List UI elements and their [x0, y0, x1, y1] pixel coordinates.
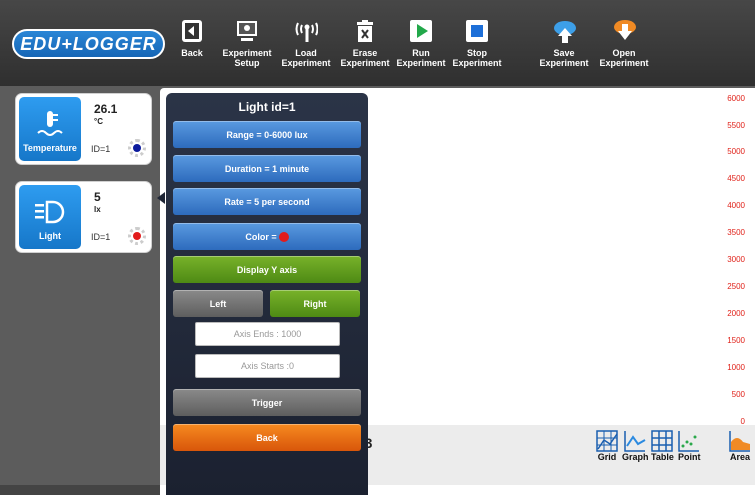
graph-view-button[interactable]: Graph [622, 430, 649, 462]
panel-title: Light id=1 [238, 100, 296, 114]
sensor-color-indicator [128, 227, 146, 245]
y-tick: 1000 [727, 363, 745, 372]
stop-experiment-icon [465, 18, 489, 44]
light-icon [35, 200, 65, 224]
stop-experiment-button[interactable]: Stop Experiment [452, 18, 502, 68]
display-y-axis-button[interactable]: Display Y axis [173, 256, 361, 283]
back-button[interactable]: Back [180, 18, 204, 58]
y-tick: 2000 [727, 309, 745, 318]
save-cloud-icon [552, 18, 576, 44]
sensor-card-light[interactable]: Light 5 lx ID=1 [15, 181, 152, 253]
y-tick: 5500 [727, 121, 745, 130]
edulogger-logo: EDU+LOGGER [12, 29, 165, 59]
y-tick: 500 [731, 390, 745, 399]
graph-icon [624, 431, 646, 452]
area-icon [729, 431, 750, 452]
load-experiment-button[interactable]: Load Experiment [281, 18, 331, 68]
grid-icon [596, 430, 618, 452]
run-experiment-icon [409, 18, 433, 44]
status-strip [0, 485, 160, 495]
y-tick: 4000 [727, 201, 745, 210]
y-tick: 4500 [727, 174, 745, 183]
duration-button[interactable]: Duration = 1 minute [173, 155, 361, 182]
top-toolbar: EDU+LOGGER Back Experiment Setup Load Ex… [0, 0, 755, 86]
open-experiment-button[interactable]: Open Experiment [597, 18, 651, 68]
experiment-setup-button[interactable]: Experiment Setup [222, 18, 272, 68]
erase-experiment-icon [353, 18, 377, 44]
open-cloud-icon [612, 18, 636, 44]
thermometer-icon [37, 111, 63, 136]
y-tick: 2500 [727, 282, 745, 291]
rate-button[interactable]: Rate = 5 per second [173, 188, 361, 215]
light-tile: Light [19, 185, 81, 249]
sensor-unit: °C [94, 117, 103, 126]
axis-starts-input[interactable]: Axis Starts :0 [195, 354, 340, 378]
sensor-card-temperature[interactable]: Temperature 26.1 °C ID=1 [15, 93, 152, 165]
sensor-unit: lx [94, 205, 101, 214]
y-tick: 3500 [727, 228, 745, 237]
experiment-setup-icon [235, 18, 259, 44]
y-tick: 6000 [727, 94, 745, 103]
sensor-color-indicator [128, 139, 146, 157]
panel-back-button[interactable]: Back [173, 424, 361, 451]
sensor-value: 5 [94, 190, 101, 204]
grid-view-button[interactable]: Grid [596, 430, 618, 462]
sensor-id: ID=1 [91, 232, 111, 242]
axis-right-button[interactable]: Right [270, 290, 360, 317]
sensor-id: ID=1 [91, 144, 111, 154]
axis-left-button[interactable]: Left [173, 290, 263, 317]
y-tick: 5000 [727, 147, 745, 156]
table-view-button[interactable]: Table [651, 430, 674, 462]
range-button[interactable]: Range = 0-6000 lux [173, 121, 361, 148]
load-experiment-icon [294, 18, 318, 44]
erase-experiment-button[interactable]: Erase Experiment [340, 18, 390, 68]
point-icon [678, 431, 700, 452]
trigger-button[interactable]: Trigger [173, 389, 361, 416]
sensor-settings-panel: Light id=1 Range = 0-6000 lux Duration =… [166, 93, 368, 495]
back-icon [180, 18, 204, 44]
color-button[interactable]: Color = [173, 223, 361, 250]
save-experiment-button[interactable]: Save Experiment [537, 18, 591, 68]
panel-pointer [157, 192, 165, 204]
run-experiment-button[interactable]: Run Experiment [396, 18, 446, 68]
area-view-button[interactable]: Area [729, 430, 751, 462]
table-icon [651, 430, 674, 452]
sensor-value: 26.1 [94, 102, 118, 116]
y-tick: 1500 [727, 336, 745, 345]
y-tick: 3000 [727, 255, 745, 264]
color-swatch [278, 231, 289, 242]
temperature-tile: Temperature [19, 97, 81, 161]
point-view-button[interactable]: Point [678, 430, 701, 462]
axis-ends-input[interactable]: Axis Ends : 1000 [195, 322, 340, 346]
